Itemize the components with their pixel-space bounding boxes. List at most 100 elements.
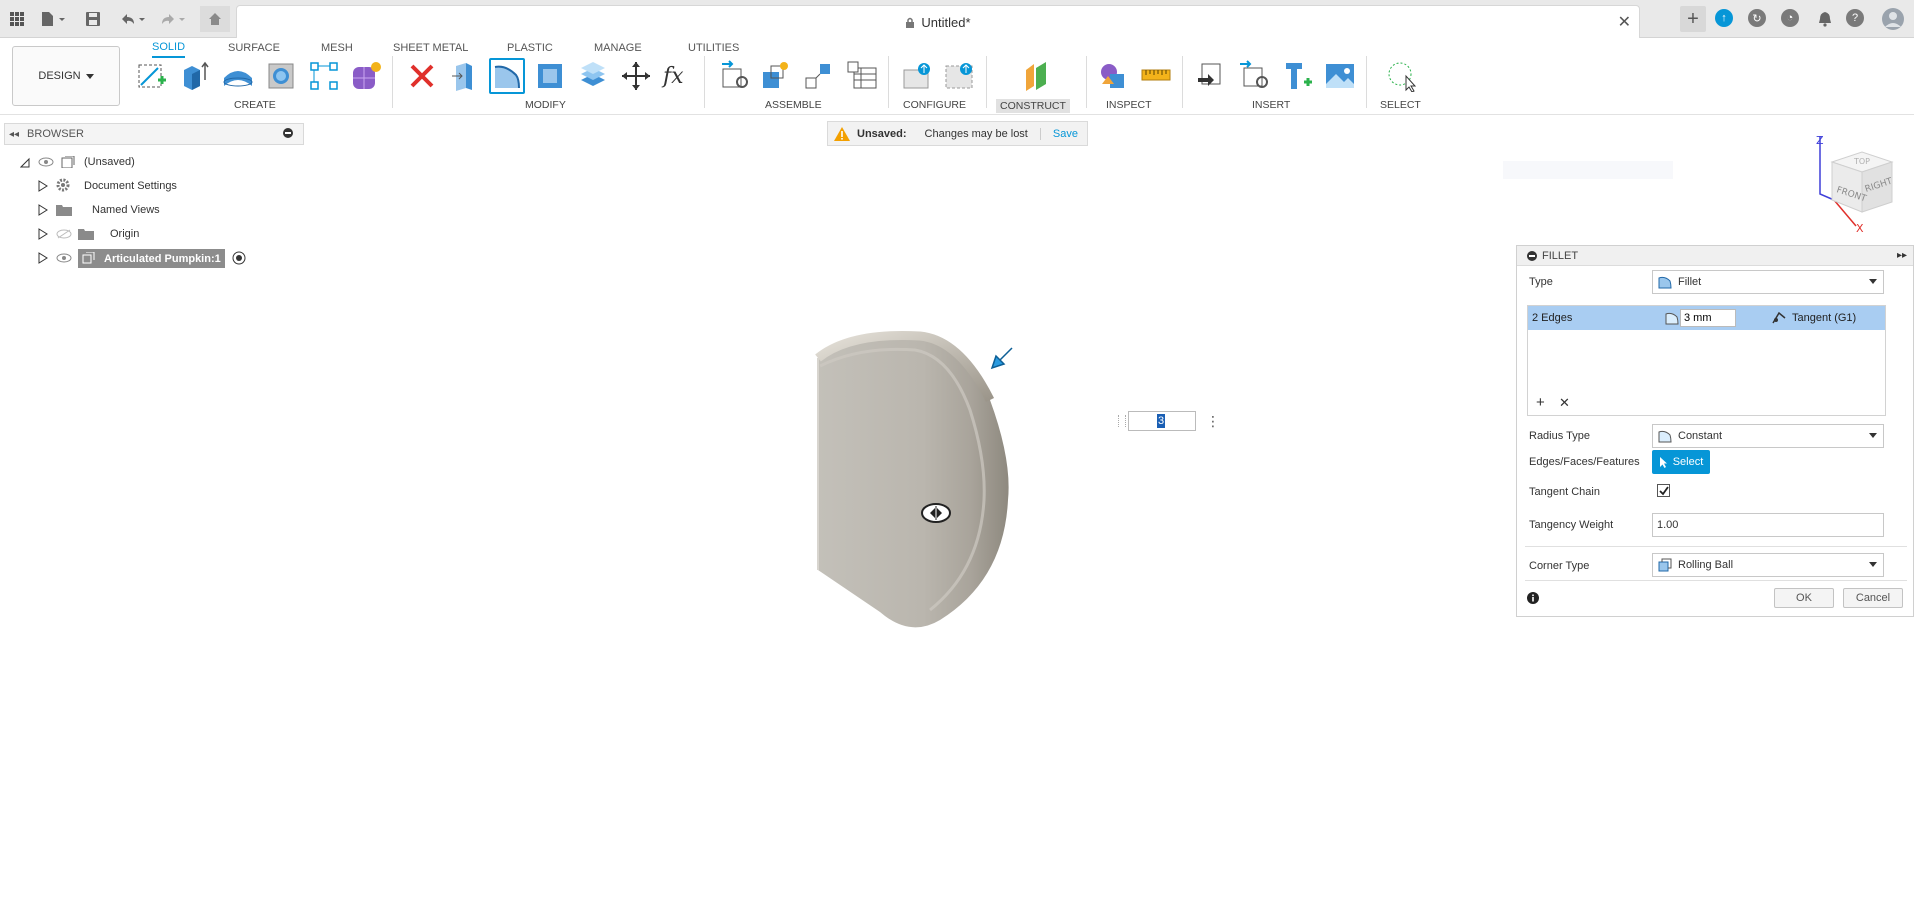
expand-triangle-icon[interactable] xyxy=(38,204,48,216)
tab-manage[interactable]: MANAGE xyxy=(594,38,642,58)
hole-icon[interactable] xyxy=(263,58,299,94)
history-clock-icon[interactable]: ◔ xyxy=(1781,9,1799,27)
save-link[interactable]: Save xyxy=(1039,127,1078,140)
notifications-bell-icon[interactable] xyxy=(1812,6,1838,32)
ok-button[interactable]: OK xyxy=(1774,588,1834,608)
offset-plane-icon[interactable] xyxy=(1018,58,1054,94)
joint-icon[interactable] xyxy=(800,58,836,94)
move-copy-icon[interactable] xyxy=(618,58,654,94)
activate-radio-icon[interactable] xyxy=(231,250,247,266)
insert-group-label[interactable]: INSERT xyxy=(1252,99,1290,111)
pivot-handle-icon[interactable] xyxy=(921,503,951,523)
expand-triangle-icon[interactable] xyxy=(38,252,48,264)
extensions-icon[interactable]: ↑ xyxy=(1715,9,1733,27)
radius-type-dropdown[interactable]: Constant xyxy=(1652,424,1884,448)
select-group-label[interactable]: SELECT xyxy=(1380,99,1421,111)
press-pull-icon[interactable] xyxy=(446,58,482,94)
dialog-collapse-icon[interactable] xyxy=(1527,250,1537,261)
edge-radius-input[interactable] xyxy=(1680,309,1736,327)
more-options-icon[interactable]: ⋮ xyxy=(1206,413,1220,430)
expand-dialog-icon[interactable]: ▸▸ xyxy=(1897,250,1907,261)
tab-plastic[interactable]: PLASTIC xyxy=(507,38,553,58)
tab-surface[interactable]: SURFACE xyxy=(228,38,280,58)
tangent-chain-checkbox[interactable] xyxy=(1657,484,1670,497)
select-edges-button[interactable]: Select xyxy=(1652,450,1710,474)
visibility-eye-icon[interactable] xyxy=(38,157,54,167)
unsaved-message: Changes may be lost xyxy=(924,127,1028,140)
configure-group-label[interactable]: CONFIGURE xyxy=(903,99,966,111)
configure-icon[interactable] xyxy=(900,58,936,94)
offset-faces-icon[interactable] xyxy=(575,58,611,94)
job-status-icon[interactable]: ↻ xyxy=(1748,9,1766,27)
home-icon[interactable] xyxy=(200,6,230,32)
close-tab-icon[interactable]: ✕ xyxy=(1618,12,1631,32)
redo-icon[interactable] xyxy=(156,6,190,32)
tab-solid[interactable]: SOLID xyxy=(152,38,186,58)
browser-item-origin[interactable]: Origin xyxy=(38,224,139,244)
toolbar-separator xyxy=(986,56,987,108)
save-icon[interactable] xyxy=(80,6,106,32)
browser-item-document-settings[interactable]: Document Settings xyxy=(38,176,177,196)
construct-group-label[interactable]: CONSTRUCT xyxy=(996,99,1070,113)
add-selection-set-icon[interactable]: + xyxy=(1536,394,1545,411)
window-select-icon[interactable] xyxy=(1384,58,1420,94)
expand-triangle-icon[interactable] xyxy=(38,180,48,192)
revolve-icon[interactable] xyxy=(220,58,256,94)
viewcube[interactable]: Z X TOP FRONT RIGHT xyxy=(1806,132,1910,236)
new-component-icon[interactable] xyxy=(757,58,793,94)
new-component-joint-icon[interactable] xyxy=(716,58,752,94)
drag-grip-icon[interactable] xyxy=(1118,415,1126,427)
expand-triangle-icon[interactable] xyxy=(38,228,48,240)
extrude-icon[interactable] xyxy=(176,58,212,94)
insert-mcmaster-icon[interactable] xyxy=(1236,58,1272,94)
browser-minimize-icon[interactable] xyxy=(283,127,293,141)
insert-canvas-icon[interactable] xyxy=(1322,58,1358,94)
insert-fastener-icon[interactable] xyxy=(1280,58,1316,94)
cancel-button[interactable]: Cancel xyxy=(1843,588,1903,608)
browser-title: BROWSER xyxy=(27,128,84,140)
tab-utilities[interactable]: UTILITIES xyxy=(688,38,739,58)
delete-icon[interactable] xyxy=(404,58,440,94)
shell-icon[interactable] xyxy=(532,58,568,94)
corner-type-dropdown[interactable]: Rolling Ball xyxy=(1652,553,1884,577)
undo-icon[interactable] xyxy=(116,6,150,32)
modify-group-label[interactable]: MODIFY xyxy=(525,99,566,111)
collapse-browser-icon[interactable]: ◂◂ xyxy=(9,129,19,140)
parameters-fx-icon[interactable]: fx xyxy=(660,58,696,94)
hidden-eye-icon[interactable] xyxy=(56,229,72,239)
insert-derive-icon[interactable] xyxy=(1192,58,1228,94)
edge-continuity[interactable]: Tangent (G1) xyxy=(1792,312,1856,324)
interference-icon[interactable] xyxy=(1096,58,1132,94)
type-dropdown[interactable]: Fillet xyxy=(1652,270,1884,294)
fillet-icon[interactable] xyxy=(489,58,525,94)
collapse-triangle-icon[interactable] xyxy=(20,156,30,168)
measure-icon[interactable] xyxy=(1138,58,1174,94)
edge-set-row[interactable]: 2 Edges Tangent (G1) xyxy=(1528,306,1885,330)
create-sketch-icon[interactable] xyxy=(134,58,170,94)
assemble-group-label[interactable]: ASSEMBLE xyxy=(765,99,822,111)
apps-grid-icon[interactable] xyxy=(4,6,30,32)
browser-item-component[interactable]: Articulated Pumpkin:1 xyxy=(38,248,247,268)
inspect-group-label[interactable]: INSPECT xyxy=(1106,99,1152,111)
file-menu-icon[interactable] xyxy=(36,6,70,32)
browser-item-named-views[interactable]: Named Views xyxy=(38,200,160,220)
remove-selection-set-icon[interactable]: ✕ xyxy=(1559,395,1570,411)
tab-mesh[interactable]: MESH xyxy=(321,38,353,58)
create-group-label[interactable]: CREATE xyxy=(234,99,276,111)
configure-table-icon[interactable] xyxy=(942,58,978,94)
svg-text:fx: fx xyxy=(661,64,684,89)
motion-table-icon[interactable] xyxy=(844,58,880,94)
user-avatar[interactable] xyxy=(1880,6,1906,32)
info-icon[interactable] xyxy=(1527,592,1539,604)
pattern-icon[interactable] xyxy=(306,58,342,94)
new-tab-plus-icon[interactable]: + xyxy=(1680,6,1706,32)
document-tab[interactable]: Untitled* ✕ xyxy=(236,5,1640,38)
visibility-eye-icon[interactable] xyxy=(56,253,72,263)
fillet-drag-arrow-icon[interactable] xyxy=(990,344,1018,372)
form-icon[interactable] xyxy=(348,58,384,94)
tangency-weight-input[interactable]: 1.00 xyxy=(1652,513,1884,537)
workspace-switcher-button[interactable]: DESIGN xyxy=(12,46,120,106)
browser-root-row[interactable]: (Unsaved) xyxy=(20,152,135,172)
tab-sheet-metal[interactable]: SHEET METAL xyxy=(393,38,468,58)
help-icon[interactable]: ? xyxy=(1846,9,1864,27)
